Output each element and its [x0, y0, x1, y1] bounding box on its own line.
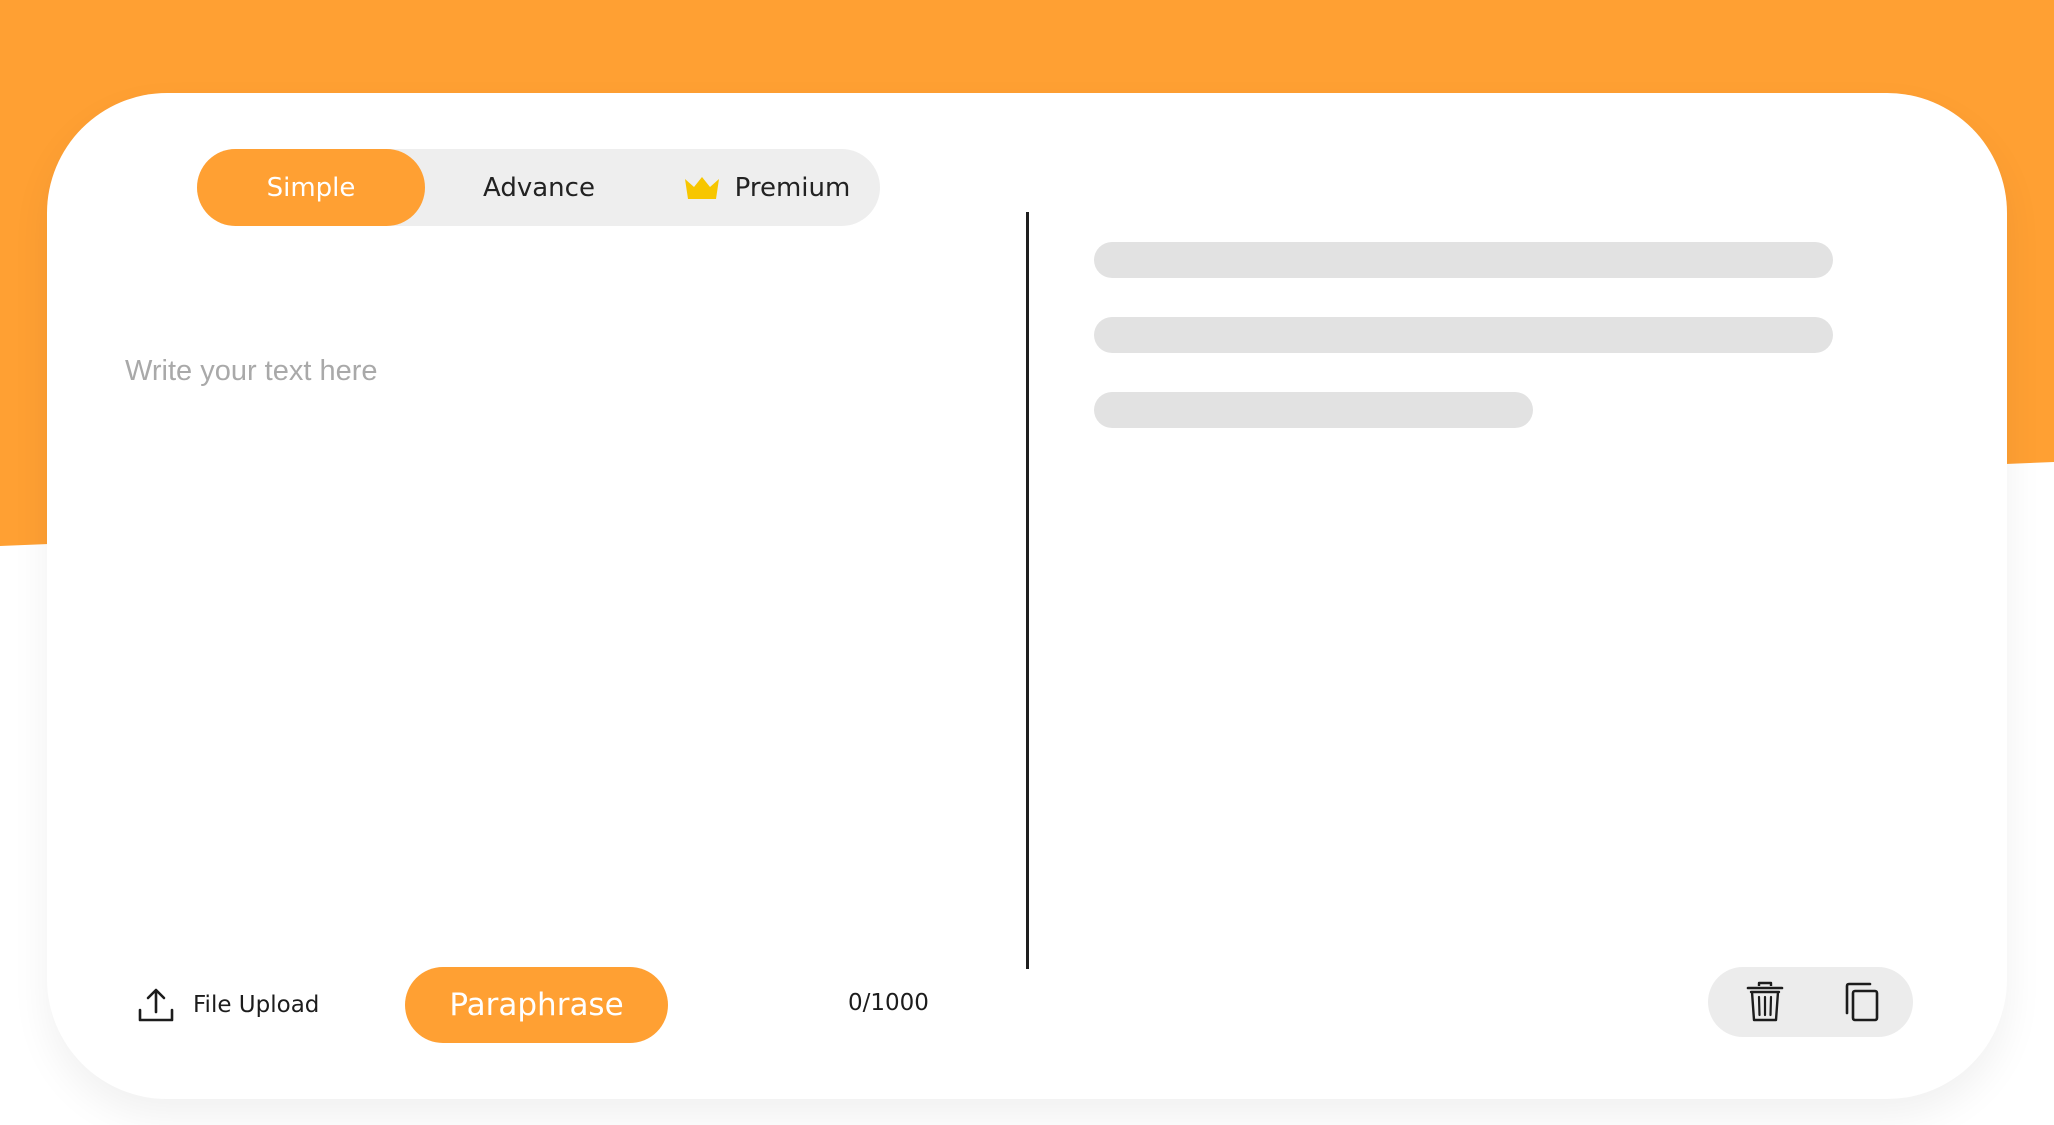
delete-button[interactable] [1743, 980, 1787, 1024]
file-upload-label: File Upload [193, 992, 320, 1018]
panel-divider [1026, 212, 1029, 969]
tab-simple[interactable]: Simple [197, 149, 425, 226]
character-count: 0/1000 [848, 990, 929, 1016]
tab-premium[interactable]: Premium [653, 149, 880, 226]
output-skeleton-line [1094, 392, 1533, 428]
file-upload-button[interactable]: File Upload [137, 984, 319, 1026]
trash-icon [1746, 981, 1784, 1022]
tab-premium-label: Premium [734, 172, 851, 203]
output-skeleton-line [1094, 317, 1833, 353]
copy-button[interactable] [1840, 980, 1884, 1024]
text-input[interactable] [125, 355, 985, 925]
crown-icon [684, 176, 719, 199]
copy-icon [1845, 982, 1879, 1022]
tab-advance-label: Advance [483, 172, 595, 203]
output-actions [1708, 967, 1913, 1037]
paraphrase-button[interactable]: Paraphrase [405, 967, 668, 1043]
mode-tabs: Simple Advance Premium [197, 149, 880, 226]
paraphraser-page: Simple Advance Premium File Upload Parap… [0, 0, 2054, 1125]
tab-advance[interactable]: Advance [425, 149, 653, 226]
upload-icon [138, 988, 174, 1022]
output-skeleton-line [1094, 242, 1833, 278]
tab-simple-label: Simple [266, 172, 356, 203]
